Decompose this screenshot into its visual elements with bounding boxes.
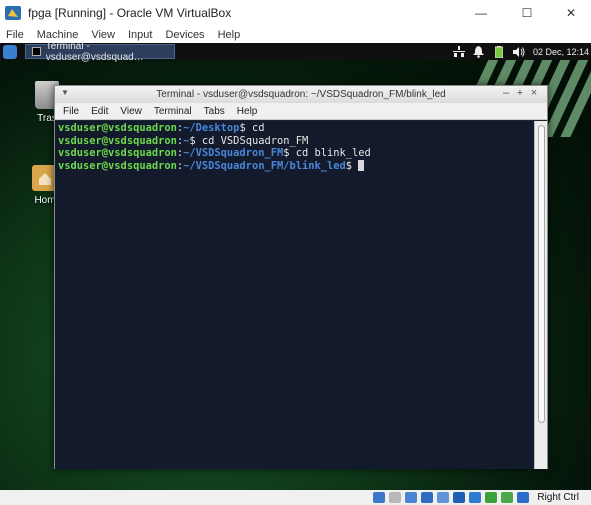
optical-drive-icon[interactable] — [389, 492, 402, 503]
minimize-button[interactable]: — — [458, 0, 504, 26]
host-menubar: File Machine View Input Devices Help — [0, 26, 591, 43]
terminal-menu-view[interactable]: View — [120, 106, 142, 117]
virtualbox-icon — [4, 4, 22, 22]
display-icon[interactable] — [453, 492, 466, 503]
terminal-menu-tabs[interactable]: Tabs — [204, 106, 225, 117]
close-button[interactable]: ✕ — [548, 0, 591, 26]
terminal-line: vsduser@vsdsquadron:~/VSDSquadron_FM$ cd… — [58, 147, 371, 160]
menu-view[interactable]: View — [91, 29, 115, 41]
volume-icon[interactable] — [512, 46, 525, 58]
audio-icon[interactable] — [405, 492, 418, 503]
clock[interactable]: 02 Dec, 12:14 — [533, 47, 589, 57]
terminal-scrollbar[interactable] — [534, 121, 547, 469]
window-title: fpga [Running] - Oracle VM VirtualBox — [28, 6, 232, 20]
menu-machine[interactable]: Machine — [37, 29, 79, 41]
network-icon[interactable] — [452, 45, 465, 58]
keyboard-capture-icon[interactable] — [517, 492, 530, 503]
menu-help[interactable]: Help — [218, 29, 241, 41]
terminal-menu-edit[interactable]: Edit — [91, 106, 108, 117]
host-titlebar: fpga [Running] - Oracle VM VirtualBox — … — [0, 0, 591, 26]
terminal-menubar: File Edit View Terminal Tabs Help — [55, 103, 547, 120]
terminal-window[interactable]: ▼ Terminal - vsduser@vsdsquadron: ~/VSDS… — [54, 85, 548, 469]
window-menu-icon[interactable]: ▼ — [61, 88, 69, 97]
terminal-icon — [32, 47, 41, 56]
notification-bell-icon[interactable] — [473, 45, 485, 58]
network-icon[interactable] — [373, 492, 386, 503]
terminal-title: Terminal - vsduser@vsdsquadron: ~/VSDSqu… — [156, 89, 446, 100]
terminal-titlebar[interactable]: ▼ Terminal - vsduser@vsdsquadron: ~/VSDS… — [55, 86, 547, 103]
scrollbar-thumb[interactable] — [538, 125, 545, 423]
terminal-close-button[interactable]: × — [527, 87, 541, 99]
taskbar-terminal-label: Terminal - vsduser@vsdsquad… — [45, 43, 144, 63]
whisker-menu-icon[interactable] — [3, 44, 17, 59]
video-capture-icon[interactable] — [469, 492, 482, 503]
terminal-minimize-button[interactable]: ‒ — [499, 87, 513, 99]
guest-display[interactable]: Terminal - vsduser@vsdsquad… 02 Dec, 12:… — [0, 43, 591, 490]
terminal-output[interactable]: vsduser@vsdsquadron:~/Desktop$ cd vsduse… — [55, 121, 535, 469]
battery-icon[interactable] — [493, 45, 505, 58]
system-tray: 02 Dec, 12:14 — [452, 43, 591, 60]
minimize-icon: — — [475, 6, 487, 20]
taskbar-terminal-button[interactable]: Terminal - vsduser@vsdsquad… — [25, 43, 175, 63]
menu-input[interactable]: Input — [128, 29, 152, 41]
terminal-menu-file[interactable]: File — [63, 106, 79, 117]
shared-folders-icon[interactable] — [437, 492, 450, 503]
menu-file[interactable]: File — [6, 29, 24, 41]
terminal-menu-terminal[interactable]: Terminal — [154, 106, 192, 117]
host-key-label: Right Ctrl — [537, 492, 579, 503]
terminal-menu-help[interactable]: Help — [237, 106, 258, 117]
maximize-button[interactable]: ☐ — [504, 0, 550, 26]
recording-icon[interactable] — [485, 492, 498, 503]
usb-icon[interactable] — [421, 492, 434, 503]
close-icon: ✕ — [565, 6, 577, 20]
terminal-line: vsduser@vsdsquadron:~$ cd VSDSquadron_FM — [58, 134, 309, 147]
host-statusbar: Right Ctrl — [0, 490, 591, 505]
mouse-integration-icon[interactable] — [501, 492, 514, 503]
menu-devices[interactable]: Devices — [165, 29, 204, 41]
text-cursor — [358, 159, 365, 171]
guest-panel: Terminal - vsduser@vsdsquad… 02 Dec, 12:… — [0, 43, 591, 63]
terminal-line: vsduser@vsdsquadron:~/VSDSquadron_FM/bli… — [58, 159, 532, 173]
terminal-line: vsduser@vsdsquadron:~/Desktop$ cd — [58, 122, 265, 134]
terminal-maximize-button[interactable]: + — [513, 87, 527, 99]
maximize-icon: ☐ — [521, 6, 533, 20]
